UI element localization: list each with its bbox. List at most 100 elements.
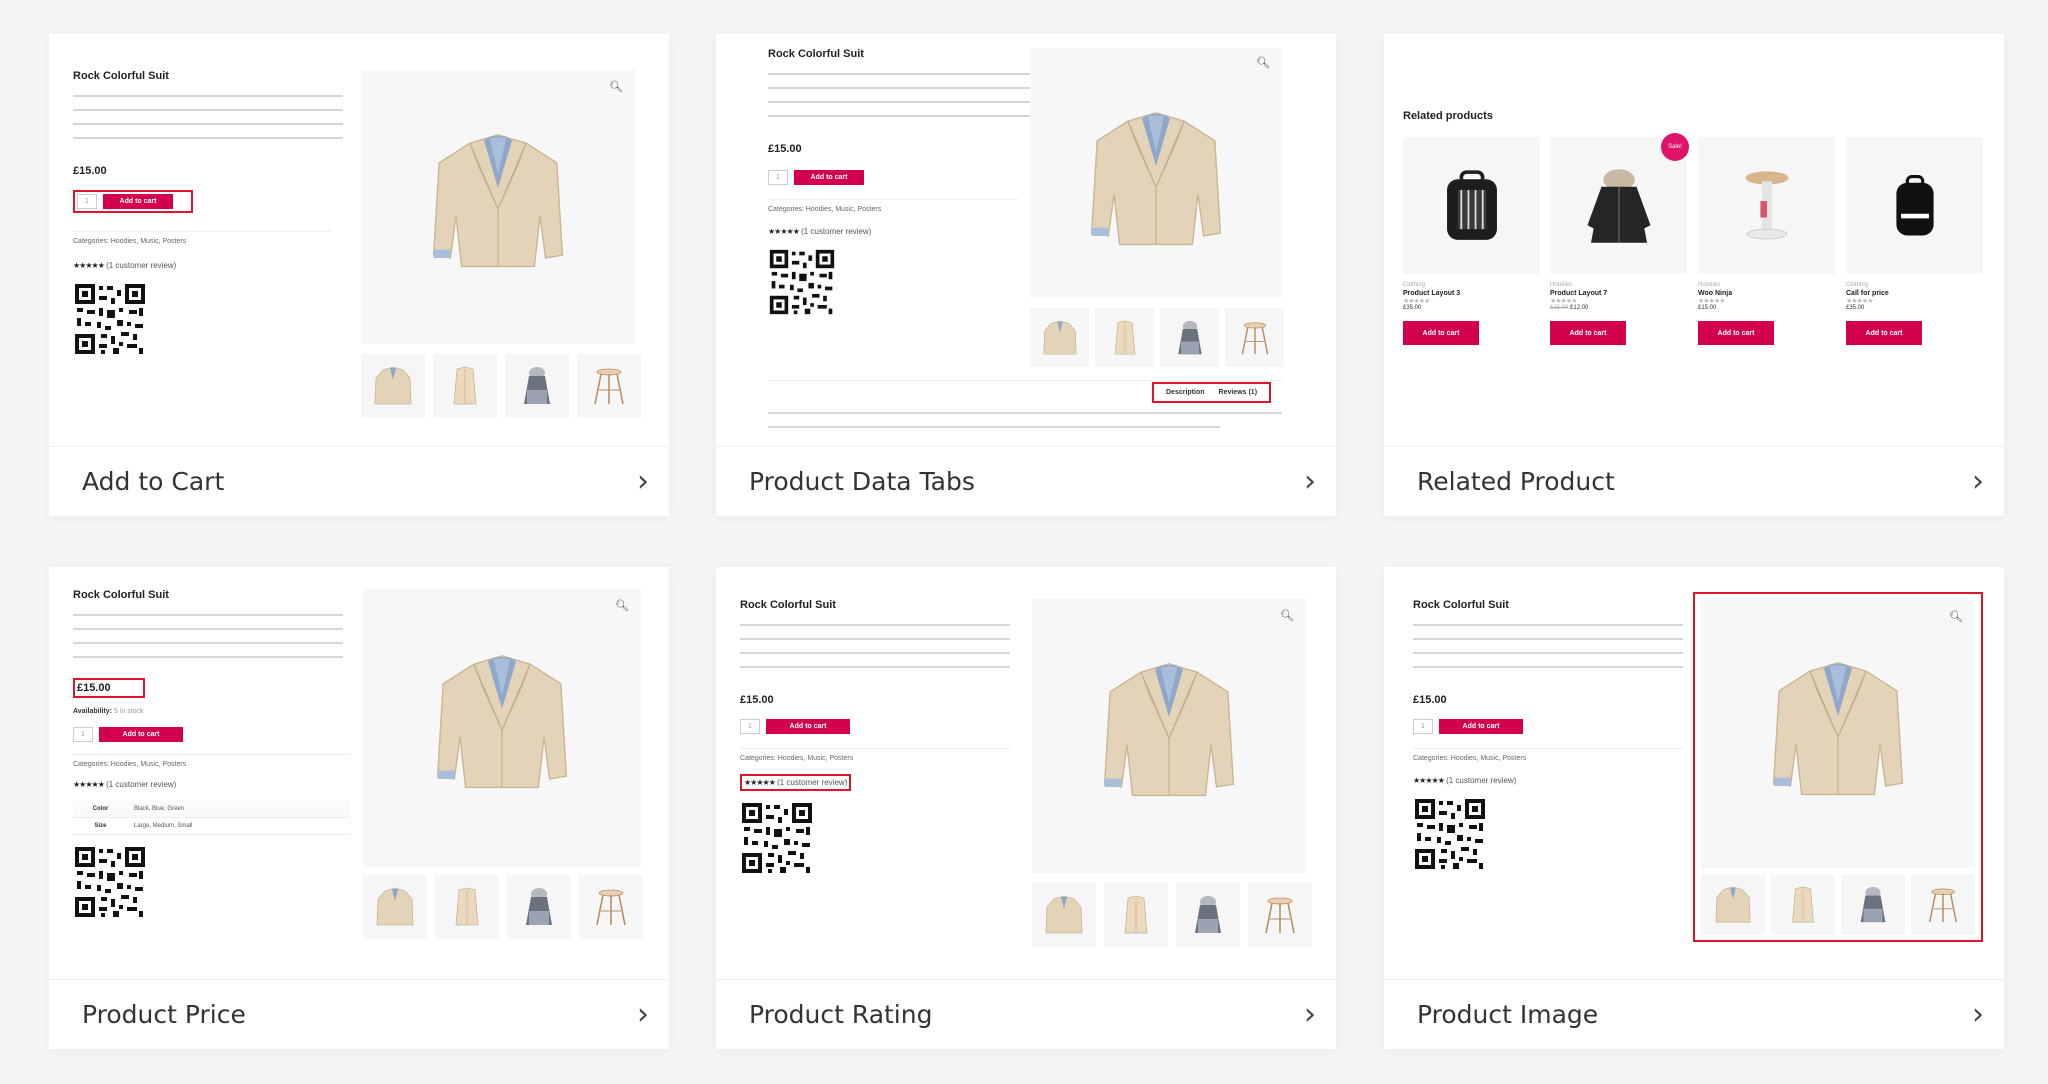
add-to-cart-button[interactable]: Add to cart <box>1698 321 1774 345</box>
chevron-right-icon[interactable]: › <box>1304 466 1316 497</box>
thumbnail[interactable] <box>1701 875 1765 935</box>
magnifier-icon[interactable]: 🔍︎ <box>1949 610 1963 623</box>
thumbnail[interactable] <box>1911 875 1975 935</box>
price-current: £35.00 <box>1403 305 1422 311</box>
review-count[interactable]: (1 customer review) <box>1446 776 1516 785</box>
thumbnail[interactable] <box>579 875 643 939</box>
thumbnail[interactable] <box>361 354 425 418</box>
add-to-cart-button[interactable]: Add to cart <box>1550 321 1626 345</box>
price-current: £35.00 <box>1846 305 1865 311</box>
thumbnail[interactable] <box>435 875 499 939</box>
add-to-cart-button[interactable]: Add to cart <box>1439 719 1523 734</box>
card-footer[interactable]: Product Price › <box>49 979 669 1049</box>
quantity-input[interactable]: 1 <box>740 719 760 734</box>
thumbnail[interactable] <box>507 875 571 939</box>
add-to-cart-button[interactable]: Add to cart <box>794 170 864 185</box>
product-main-image[interactable]: 🔍︎ <box>1701 600 1975 868</box>
product-categories: Categories: Hoodies, Music, Posters <box>740 748 1010 762</box>
thumbnail[interactable] <box>1095 308 1154 367</box>
magnifier-icon[interactable]: 🔍︎ <box>1256 56 1270 69</box>
product-name[interactable]: Woo Ninja <box>1698 290 1835 297</box>
quantity-input[interactable]: 1 <box>73 727 93 742</box>
product-main-image[interactable]: 🔍︎ <box>363 589 641 867</box>
thumbnail[interactable] <box>577 354 641 418</box>
product-name[interactable]: Call for price <box>1846 290 1983 297</box>
thumbnail[interactable] <box>1104 883 1168 947</box>
product-image[interactable] <box>1846 137 1983 274</box>
related-products-title: Related products <box>1403 110 1493 122</box>
add-to-cart-button[interactable]: Add to cart <box>766 719 850 734</box>
card-product-price[interactable]: Rock Colorful Suit £15.00 Availability: … <box>49 567 669 1049</box>
product-price: £35.00 <box>1403 305 1540 311</box>
card-footer[interactable]: Add to Cart › <box>49 446 669 516</box>
card-preview: Related products Clothing Product Layout… <box>1384 34 2004 446</box>
chevron-right-icon[interactable]: › <box>1972 466 1984 497</box>
review-count[interactable]: (1 customer review) <box>801 227 871 236</box>
product-image[interactable] <box>1403 137 1540 274</box>
rating-stars: ★★★★★ <box>1550 297 1577 305</box>
quantity-input[interactable]: 1 <box>768 170 788 185</box>
thumbnail[interactable] <box>505 354 569 418</box>
related-product-item[interactable]: Sale! Hoodies Product Layout 7 ★★★★★ £15… <box>1550 133 1689 345</box>
add-to-cart-button[interactable]: Add to cart <box>103 194 173 209</box>
product-summary: Rock Colorful Suit £15.00 1 Add to cart … <box>1413 599 1683 871</box>
thumbnail[interactable] <box>1248 883 1312 947</box>
magnifier-icon[interactable]: 🔍︎ <box>615 599 629 612</box>
related-product-item[interactable]: Clothing Call for price ★★★★★ £35.00 Add… <box>1846 137 1983 345</box>
add-to-cart-button[interactable]: Add to cart <box>1846 321 1922 345</box>
card-product-data-tabs[interactable]: Rock Colorful Suit £15.00 1 Add to cart … <box>716 34 1336 516</box>
add-to-cart-form: 1 Add to cart <box>73 190 193 213</box>
thumbnail[interactable] <box>1771 875 1835 935</box>
thumbnail[interactable] <box>1841 875 1905 935</box>
product-main-image[interactable]: 🔍︎ <box>1030 48 1282 298</box>
quantity-input[interactable]: 1 <box>1413 719 1433 734</box>
product-name[interactable]: Product Layout 7 <box>1550 290 1687 297</box>
quantity-input[interactable]: 1 <box>77 194 97 209</box>
product-categories: Categories: Hoodies, Music, Posters <box>768 199 1018 213</box>
thumbnail[interactable] <box>433 354 497 418</box>
review-count[interactable]: (1 customer review) <box>106 780 176 789</box>
chevron-right-icon[interactable]: › <box>637 999 649 1030</box>
card-related-product[interactable]: Related products Clothing Product Layout… <box>1384 34 2004 516</box>
related-product-item[interactable]: Clothing Product Layout 3 ★★★★★ £35.00 A… <box>1403 137 1540 345</box>
thumbnail[interactable] <box>363 875 427 939</box>
tab-reviews[interactable]: Reviews (1) <box>1219 389 1258 396</box>
thumbnail[interactable] <box>1160 308 1219 367</box>
product-categories: Categories: Hoodies, Music, Posters <box>73 754 350 768</box>
product-image[interactable]: Sale! <box>1550 133 1689 274</box>
magnifier-icon[interactable]: 🔍︎ <box>1280 609 1294 622</box>
review-count[interactable]: (1 customer review) <box>777 778 847 787</box>
tab-description[interactable]: Description <box>1166 389 1205 396</box>
add-to-cart-button[interactable]: Add to cart <box>1403 321 1479 345</box>
product-main-image[interactable]: 🔍︎ <box>361 70 635 344</box>
chevron-right-icon[interactable]: › <box>1304 999 1316 1030</box>
thumbnail[interactable] <box>1225 308 1284 367</box>
product-name[interactable]: Product Layout 3 <box>1403 290 1540 297</box>
related-product-item[interactable]: Hoodies Woo Ninja ★★★★★ £15.00 Add to ca… <box>1698 137 1835 345</box>
thumbnail[interactable] <box>1030 308 1089 367</box>
product-image-gallery: 🔍︎ <box>1693 592 1983 942</box>
chevron-right-icon[interactable]: › <box>1972 999 1984 1030</box>
review-count[interactable]: (1 customer review) <box>106 261 176 270</box>
product-rating: ★★★★★ (1 customer review) <box>740 774 852 791</box>
rating-stars: ★★★★★ <box>768 227 800 236</box>
availability-value: 5 in stock <box>113 708 144 715</box>
product-price: £15.00 £12.00 <box>1550 305 1687 311</box>
card-footer[interactable]: Product Rating › <box>716 979 1336 1049</box>
card-footer[interactable]: Related Product › <box>1384 446 2004 516</box>
thumbnail[interactable] <box>1176 883 1240 947</box>
card-footer[interactable]: Product Data Tabs › <box>716 446 1336 516</box>
magnifier-icon[interactable]: 🔍︎ <box>609 80 623 93</box>
product-image[interactable] <box>1698 137 1835 274</box>
tab-description-content <box>768 412 1282 440</box>
add-to-cart-button[interactable]: Add to cart <box>99 727 183 742</box>
chevron-right-icon[interactable]: › <box>637 466 649 497</box>
card-footer[interactable]: Product Image › <box>1384 979 2004 1049</box>
card-product-image[interactable]: Rock Colorful Suit £15.00 1 Add to cart … <box>1384 567 2004 1049</box>
thumbnail[interactable] <box>1032 883 1096 947</box>
card-add-to-cart[interactable]: Rock Colorful Suit £15.00 1 Add to cart … <box>49 34 669 516</box>
product-price: £15.00 <box>1413 694 1447 706</box>
rating-stars: ★★★★★ <box>73 261 105 270</box>
product-main-image[interactable]: 🔍︎ <box>1032 599 1306 873</box>
card-product-rating[interactable]: Rock Colorful Suit £15.00 1 Add to cart … <box>716 567 1336 1049</box>
